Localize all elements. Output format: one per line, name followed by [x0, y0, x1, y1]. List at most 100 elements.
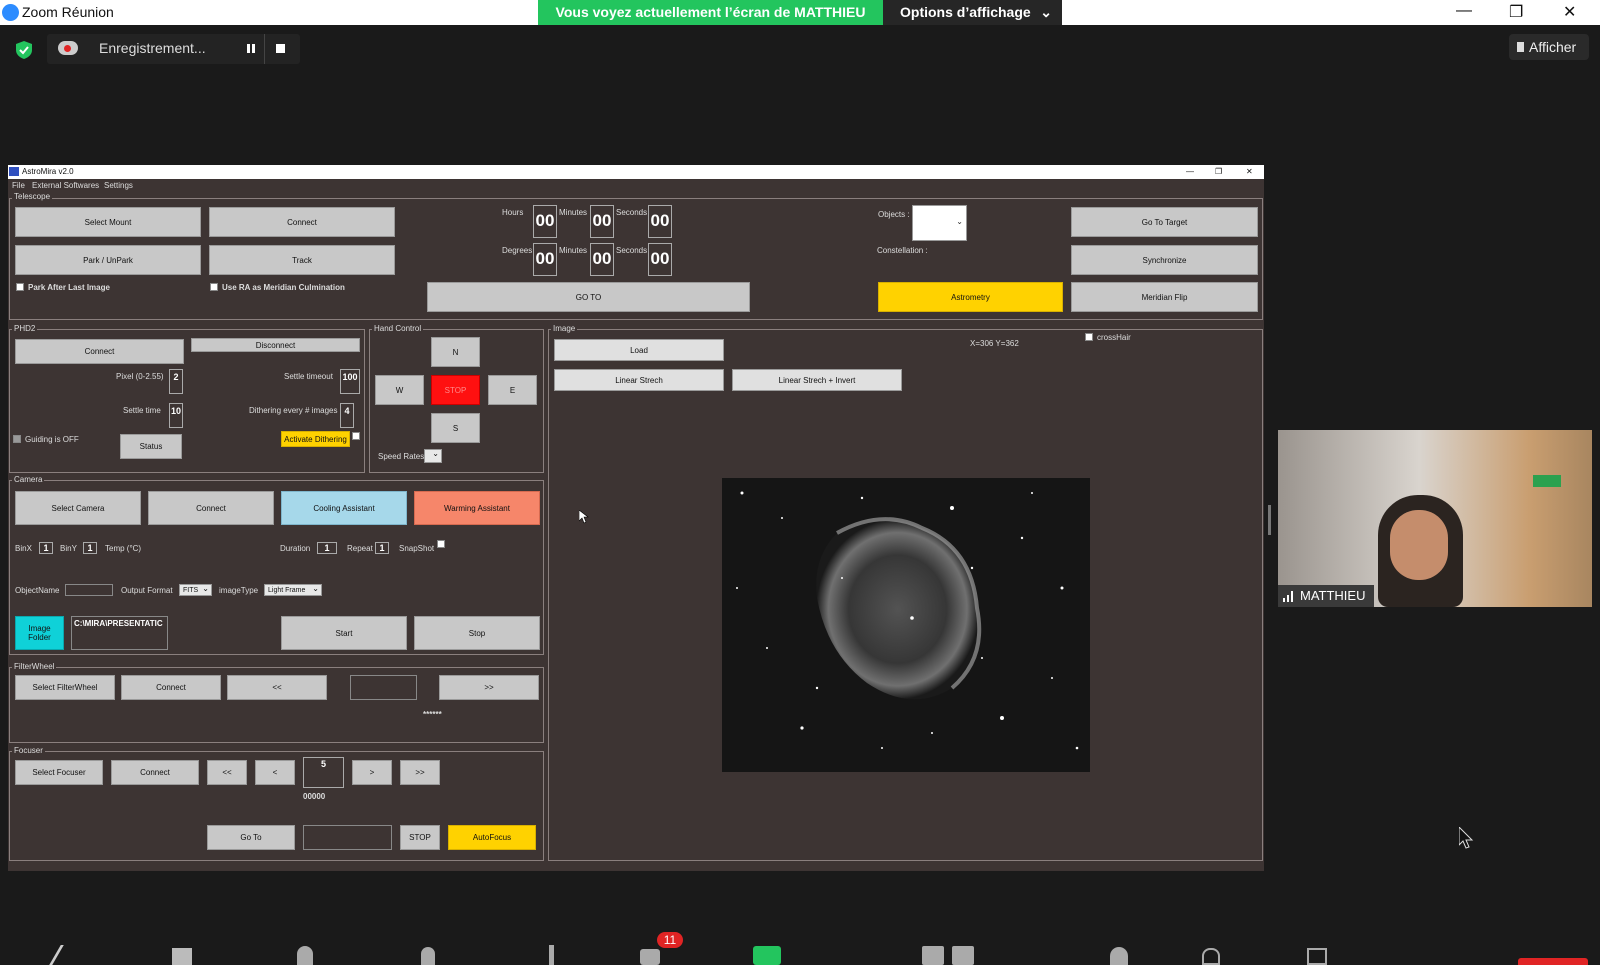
warming-assistant-button[interactable]: Warming Assistant — [414, 491, 540, 525]
dec-seconds-field[interactable]: 00 — [648, 243, 672, 276]
end-meeting-button[interactable] — [1518, 958, 1588, 965]
settle-timeout-field[interactable]: 100 — [340, 369, 360, 394]
splitter-handle[interactable] — [1268, 505, 1271, 535]
phd2-status-button[interactable]: Status — [120, 434, 182, 459]
apps-icon[interactable] — [1202, 948, 1220, 965]
telescope-connect-button[interactable]: Connect — [209, 207, 395, 237]
stop-button[interactable]: STOP — [431, 375, 480, 405]
speed-rates-dropdown[interactable] — [424, 448, 442, 463]
stop-record-icon[interactable] — [276, 44, 285, 53]
reactions-icon[interactable] — [1110, 947, 1128, 965]
south-button[interactable]: S — [431, 413, 480, 443]
focuser-stop-button[interactable]: STOP — [400, 825, 440, 850]
linear-strech-invert-button[interactable]: Linear Strech + Invert — [732, 369, 902, 391]
close-icon[interactable]: ✕ — [1563, 2, 1576, 22]
camera-start-button[interactable]: Start — [281, 616, 407, 650]
focuser-back-button[interactable]: < — [255, 760, 295, 785]
dithering-checkbox[interactable] — [352, 432, 360, 440]
menu-settings[interactable]: Settings — [104, 181, 133, 190]
chat-icon[interactable] — [640, 949, 660, 965]
park-unpark-button[interactable]: Park / UnPark — [15, 245, 201, 275]
polls-icon[interactable] — [549, 945, 554, 965]
microphone-icon[interactable] — [49, 945, 82, 965]
breakout-icon[interactable] — [952, 946, 974, 965]
use-ra-checkbox[interactable] — [210, 283, 218, 291]
goto-button[interactable]: GO TO — [427, 282, 750, 312]
track-button[interactable]: Track — [209, 245, 395, 275]
menu-external-softwares[interactable]: External Softwares — [32, 181, 99, 190]
dec-minutes-field[interactable]: 00 — [590, 243, 614, 276]
pixel-field[interactable]: 2 — [169, 369, 183, 394]
meridian-flip-button[interactable]: Meridian Flip — [1071, 282, 1258, 312]
phd2-connect-button[interactable]: Connect — [15, 339, 184, 364]
menu-file[interactable]: File — [12, 181, 25, 190]
dithering-field[interactable]: 4 — [340, 403, 354, 428]
autofocus-button[interactable]: AutoFocus — [448, 825, 536, 850]
seconds-field[interactable]: 00 — [648, 205, 672, 238]
binx-field[interactable]: 1 — [39, 542, 53, 554]
video-icon[interactable] — [172, 948, 192, 965]
settle-time-field[interactable]: 10 — [169, 403, 183, 428]
pause-icon[interactable] — [247, 44, 250, 53]
record-icon[interactable] — [922, 946, 944, 965]
camera-stop-button[interactable]: Stop — [414, 616, 540, 650]
degrees-field[interactable]: 00 — [533, 243, 557, 276]
folder-path-field[interactable]: C:\MIRA\PRESENTATIC — [71, 616, 168, 650]
restore-icon[interactable]: ❐ — [1509, 2, 1523, 22]
chat-badge: 11 — [657, 932, 683, 948]
focuser-connect-button[interactable]: Connect — [111, 760, 199, 785]
participants-icon[interactable] — [421, 947, 435, 965]
objects-dropdown[interactable]: ⌄ — [912, 205, 967, 241]
activate-dithering-button[interactable]: Activate Dithering — [281, 431, 350, 447]
app-close-icon[interactable]: ✕ — [1246, 165, 1253, 179]
select-mount-button[interactable]: Select Mount — [15, 207, 201, 237]
east-button[interactable]: E — [488, 375, 537, 405]
focuser-forward-button[interactable]: > — [352, 760, 392, 785]
filter-next-button[interactable]: >> — [439, 675, 539, 700]
north-button[interactable]: N — [431, 337, 480, 367]
phd2-disconnect-button[interactable]: Disconnect — [191, 338, 360, 352]
image-folder-button[interactable]: Image Folder — [15, 616, 64, 650]
biny-field[interactable]: 1 — [83, 542, 97, 554]
minutes-field[interactable]: 00 — [590, 205, 614, 238]
camera-connect-button[interactable]: Connect — [148, 491, 274, 525]
crosshair-checkbox[interactable] — [1085, 333, 1093, 341]
share-screen-icon[interactable] — [753, 946, 781, 965]
output-format-select[interactable]: FITS — [179, 583, 212, 596]
select-camera-button[interactable]: Select Camera — [15, 491, 141, 525]
app-restore-icon[interactable]: ❐ — [1215, 165, 1222, 179]
astrometry-button[interactable]: Astrometry — [878, 282, 1063, 312]
linear-strech-button[interactable]: Linear Strech — [554, 369, 724, 391]
focuser-goto-button[interactable]: Go To — [207, 825, 295, 850]
park-after-checkbox[interactable] — [16, 283, 24, 291]
hours-field[interactable]: 00 — [533, 205, 557, 238]
whiteboard-icon[interactable] — [1307, 948, 1327, 965]
load-button[interactable]: Load — [554, 339, 724, 361]
filterwheel-connect-button[interactable]: Connect — [121, 675, 221, 700]
go-to-target-button[interactable]: Go To Target — [1071, 207, 1258, 237]
west-button[interactable]: W — [375, 375, 424, 405]
synchronize-button[interactable]: Synchronize — [1071, 245, 1258, 275]
focuser-fast-forward-button[interactable]: >> — [400, 760, 440, 785]
security-icon[interactable] — [297, 946, 313, 965]
minimize-icon[interactable]: — — [1456, 2, 1472, 20]
cooling-assistant-button[interactable]: Cooling Assistant — [281, 491, 407, 525]
focuser-fast-back-button[interactable]: << — [207, 760, 247, 785]
select-filterwheel-button[interactable]: Select FilterWheel — [15, 675, 115, 700]
select-focuser-button[interactable]: Select Focuser — [15, 760, 103, 785]
display-options-button[interactable]: Options d’affichage ⌄ — [883, 0, 1062, 25]
guiding-checkbox[interactable] — [13, 435, 21, 443]
focuser-step-field[interactable]: 5 — [303, 757, 344, 788]
app-minimize-icon[interactable]: — — [1186, 165, 1194, 179]
imagetype-select[interactable]: Light Frame — [264, 583, 322, 596]
focuser-target-input[interactable] — [303, 825, 392, 850]
repeat-field[interactable]: 1 — [375, 542, 389, 554]
afficher-label: Afficher — [1529, 39, 1577, 55]
afficher-button[interactable]: Afficher — [1509, 34, 1589, 60]
duration-field[interactable]: 1 — [317, 542, 337, 554]
filter-display-field[interactable] — [350, 675, 417, 700]
telescope-group-label: Telescope — [12, 192, 53, 201]
objectname-input[interactable] — [65, 584, 113, 596]
snapshot-checkbox[interactable] — [437, 540, 445, 548]
filter-prev-button[interactable]: << — [227, 675, 327, 700]
